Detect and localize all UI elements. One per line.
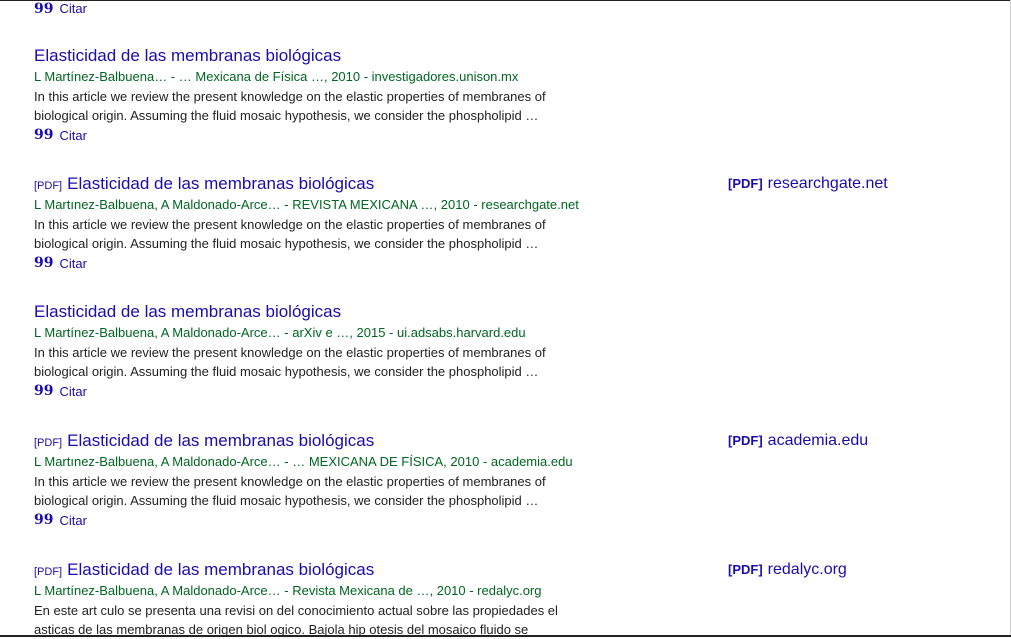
cite-button[interactable]: 99 Citar bbox=[34, 254, 594, 272]
result-title-link[interactable]: Elasticidad de las membranas biológicas bbox=[34, 46, 341, 66]
pdf-badge: [PDF] bbox=[34, 566, 63, 578]
result-snippet: In this article we review the present kn… bbox=[34, 87, 574, 125]
result-title-link[interactable]: Elasticidad de las membranas biológicas bbox=[67, 560, 374, 580]
snippet-line: biological origin. Assuming the fluid mo… bbox=[34, 493, 539, 508]
quote-icon: 99 bbox=[34, 383, 54, 399]
pdf-badge: [PDF] bbox=[728, 562, 763, 577]
snippet-line: In this article we review the present kn… bbox=[34, 89, 546, 104]
result-snippet: In this article we review the present kn… bbox=[34, 472, 574, 510]
pdf-badge: [PDF] bbox=[34, 180, 63, 192]
quote-icon: 99 bbox=[34, 255, 54, 271]
search-result-4: [PDF] Elasticidad de las membranas bioló… bbox=[34, 431, 594, 529]
snippet-line: biological origin. Assuming the fluid mo… bbox=[34, 236, 539, 251]
result-authors-source[interactable]: L Martínez-Balbuena, A Maldonado-Arce… -… bbox=[34, 323, 594, 343]
snippet-line: biological origin. Assuming the fluid mo… bbox=[34, 364, 539, 379]
result-title-link[interactable]: Elasticidad de las membranas biológicas bbox=[67, 174, 374, 194]
pdf-side-link[interactable]: [PDF] redalyc.org bbox=[728, 561, 847, 579]
result-authors-source[interactable]: L Martínez-Balbuena… - … Mexicana de Fís… bbox=[34, 67, 594, 87]
cite-button-top[interactable]: 99 Citar bbox=[34, 1, 87, 16]
result-authors-source[interactable]: L Martınez-Balbuena, A Maldonado-Arce… -… bbox=[34, 452, 594, 472]
snippet-line: In this article we review the present kn… bbox=[34, 474, 546, 489]
result-snippet: En este art culo se presenta una revisi … bbox=[34, 601, 574, 639]
quote-icon: 99 bbox=[34, 512, 54, 528]
search-result-1: Elasticidad de las membranas biológicas … bbox=[34, 46, 594, 144]
search-result-5: [PDF] Elasticidad de las membranas bioló… bbox=[34, 560, 594, 639]
cite-label: Citar bbox=[59, 512, 87, 528]
top-border bbox=[0, 0, 1011, 1]
cite-label: Citar bbox=[59, 383, 87, 399]
result-authors-source[interactable]: L Martınez-Balbuena, A Maldonado-Arce… -… bbox=[34, 195, 594, 215]
result-snippet: In this article we review the present kn… bbox=[34, 343, 574, 381]
pdf-badge: [PDF] bbox=[34, 437, 63, 449]
pdf-badge: [PDF] bbox=[728, 433, 763, 448]
snippet-line: In this article we review the present kn… bbox=[34, 217, 546, 232]
pdf-domain: researchgate.net bbox=[767, 175, 888, 192]
pdf-domain: redalyc.org bbox=[767, 561, 847, 578]
snippet-line: En este art culo se presenta una revisi … bbox=[34, 603, 558, 618]
cite-button[interactable]: 99 Citar bbox=[34, 126, 594, 144]
cite-label: Citar bbox=[59, 1, 87, 16]
pdf-side-link[interactable]: [PDF] researchgate.net bbox=[728, 175, 888, 193]
result-title-link[interactable]: Elasticidad de las membranas biológicas bbox=[34, 302, 341, 322]
cite-button[interactable]: 99 Citar bbox=[34, 511, 594, 529]
search-result-3: Elasticidad de las membranas biológicas … bbox=[34, 302, 594, 400]
cite-label: Citar bbox=[59, 127, 87, 143]
snippet-line: biological origin. Assuming the fluid mo… bbox=[34, 108, 539, 123]
quote-icon: 99 bbox=[34, 127, 54, 143]
snippet-line: In this article we review the present kn… bbox=[34, 345, 546, 360]
cite-button[interactable]: 99 Citar bbox=[34, 382, 594, 400]
pdf-badge: [PDF] bbox=[728, 176, 763, 191]
search-result-2: [PDF] Elasticidad de las membranas bioló… bbox=[34, 174, 594, 272]
result-title-link[interactable]: Elasticidad de las membranas biológicas bbox=[67, 431, 374, 451]
result-authors-source[interactable]: L Martínez-Balbuena, A Maldonado-Arce… -… bbox=[34, 581, 594, 601]
cite-label: Citar bbox=[59, 255, 87, 271]
pdf-side-link[interactable]: [PDF] academia.edu bbox=[728, 432, 868, 450]
pdf-domain: academia.edu bbox=[767, 432, 869, 449]
result-snippet: In this article we review the present kn… bbox=[34, 215, 574, 253]
quote-icon: 99 bbox=[34, 0, 54, 17]
